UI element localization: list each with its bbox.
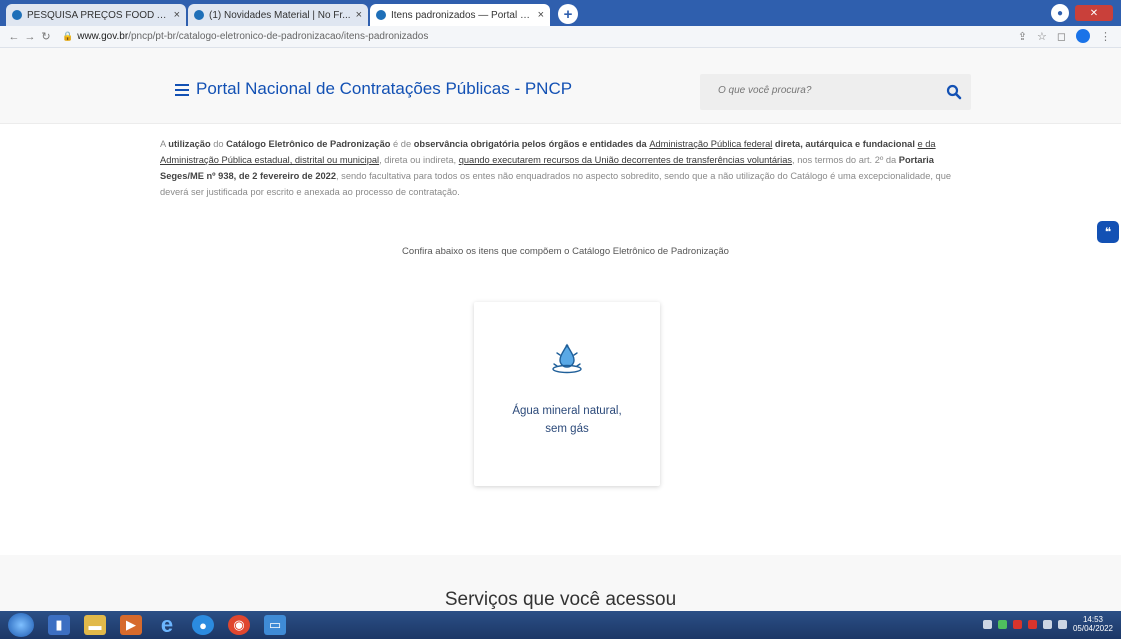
bookmark-star-icon[interactable]: ☆ — [1037, 30, 1047, 43]
services-title: Serviços que você acessou — [444, 589, 677, 610]
system-clock[interactable]: 14:53 05/04/2022 — [1073, 615, 1113, 633]
url-domain: www.gov.br — [77, 31, 129, 42]
catalog-item-label: Água mineral natural, sem gás — [512, 405, 622, 435]
clock-time: 14:53 — [1082, 615, 1103, 624]
tab-title: PESQUISA PREÇOS FOOD ATUALI... — [27, 9, 169, 21]
network-icon[interactable] — [1042, 619, 1052, 629]
tab-close-icon[interactable]: × — [538, 9, 544, 21]
lock-icon[interactable]: 🔒 — [62, 31, 73, 42]
edge-icon[interactable]: ● — [192, 615, 214, 635]
browser-tab-strip: PESQUISA PREÇOS FOOD ATUALI... × (1) Nov… — [0, 0, 1121, 26]
tab-close-icon[interactable]: × — [174, 9, 180, 21]
clock-date: 05/04/2022 — [1072, 624, 1113, 633]
link-administracao-federal[interactable]: Administração Pública federal — [649, 139, 772, 149]
internet-explorer-icon[interactable]: e — [156, 612, 178, 637]
hamburger-menu-icon[interactable] — [175, 84, 189, 96]
link-recursos-uniao[interactable]: quando executarem recursos da União deco… — [459, 155, 792, 165]
tray-app-icon[interactable] — [982, 619, 992, 629]
water-drop-icon — [548, 342, 586, 381]
profile-avatar[interactable] — [1076, 29, 1090, 43]
tab-close-icon[interactable]: × — [356, 9, 362, 21]
tab-title: (1) Novidades Material | No Fr... — [209, 9, 351, 21]
start-button[interactable] — [8, 613, 34, 637]
address-bar: ← → ↻ 🔒 www.gov.br/pncp/pt-br/catalogo-e… — [0, 26, 1121, 48]
tray-app-icon[interactable] — [997, 619, 1007, 629]
intro-paragraph: A utilização do Catálogo Eletrônico de P… — [160, 139, 952, 197]
catalog-item-card[interactable]: Água mineral natural, sem gás — [474, 302, 660, 486]
site-title[interactable]: Portal Nacional de Contratações Públicas… — [196, 79, 572, 99]
window-controls: ● ✕ — [1051, 4, 1113, 22]
media-player-icon[interactable]: ▶ — [120, 615, 142, 635]
new-tab-button[interactable]: + — [558, 4, 578, 24]
tray-app-icon[interactable] — [1012, 619, 1022, 629]
chat-assistant-icon[interactable]: ❝ — [1097, 221, 1119, 243]
site-header: Portal Nacional de Contratações Públicas… — [0, 48, 1121, 124]
system-tray: 14:53 05/04/2022 — [982, 615, 1113, 633]
search-input[interactable] — [718, 85, 918, 96]
browser-tab[interactable]: PESQUISA PREÇOS FOOD ATUALI... × — [6, 4, 186, 26]
browser-tab-active[interactable]: Itens padronizados — Portal Na... × — [370, 4, 550, 26]
volume-icon[interactable] — [1057, 619, 1067, 629]
tab-favicon-icon — [194, 10, 204, 20]
chrome-icon[interactable]: ◉ — [228, 615, 250, 635]
catalog-subtitle: Confira abaixo os itens que compõem o Ca… — [402, 246, 729, 257]
word-app-icon[interactable]: ▮ — [48, 615, 70, 635]
tab-title: Itens padronizados — Portal Na... — [391, 9, 533, 21]
tray-app-icon[interactable] — [1027, 619, 1037, 629]
browser-tab[interactable]: (1) Novidades Material | No Fr... × — [188, 4, 368, 26]
file-explorer-icon[interactable]: ▬ — [84, 615, 106, 635]
back-arrow-icon[interactable]: ← — [6, 31, 22, 43]
url-field[interactable]: www.gov.br/pncp/pt-br/catalogo-eletronic… — [77, 31, 428, 42]
window-close-button[interactable]: ✕ — [1075, 5, 1113, 21]
forward-arrow-icon[interactable]: → — [22, 31, 38, 43]
remote-desktop-icon[interactable]: ▭ — [264, 615, 286, 635]
windows-taskbar: ▮ ▬ ▶ e ● ◉ ▭ 14:53 05/04/2022 — [0, 611, 1121, 639]
search-icon[interactable] — [946, 84, 962, 105]
search-box — [700, 74, 971, 110]
menu-kebab-icon[interactable]: ⋮ — [1100, 30, 1111, 43]
tab-favicon-icon — [12, 10, 22, 20]
profile-icon[interactable]: ● — [1051, 4, 1069, 22]
tab-favicon-icon — [376, 10, 386, 20]
share-icon[interactable]: ⇪ — [1018, 30, 1027, 43]
extensions-icon[interactable]: ◻ — [1057, 30, 1066, 43]
reload-icon[interactable]: ↻ — [38, 30, 54, 43]
services-section: Serviços que você acessou — [0, 555, 1121, 611]
url-path: /pncp/pt-br/catalogo-eletronico-de-padro… — [128, 31, 429, 42]
